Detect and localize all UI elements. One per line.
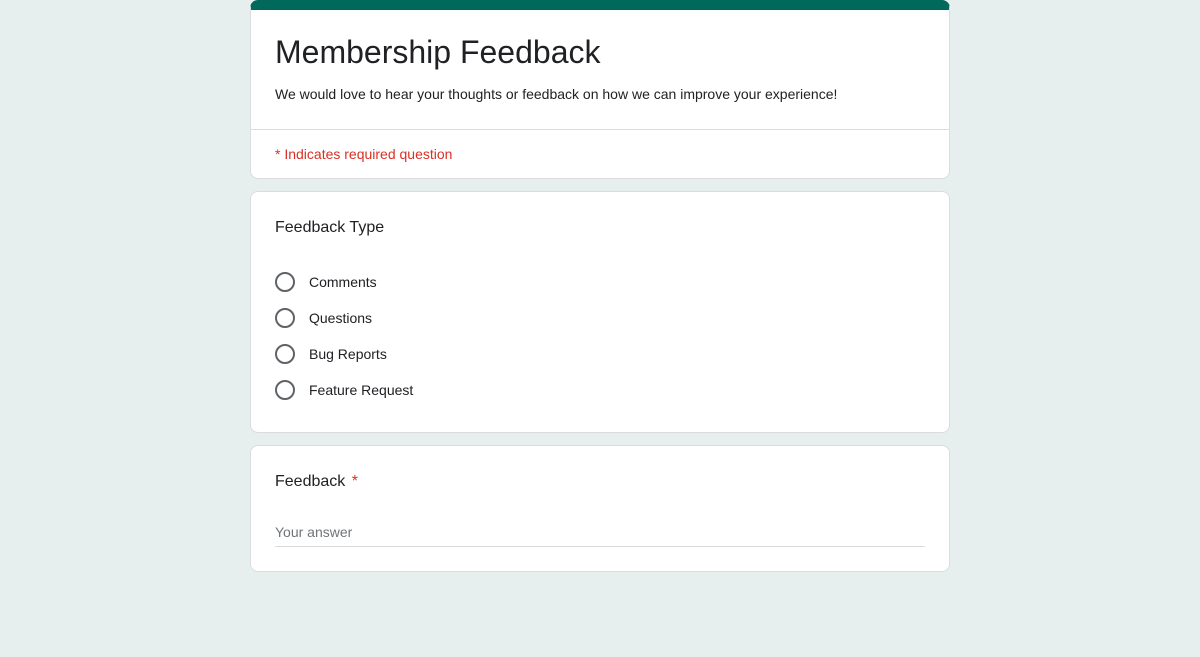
required-notice: * Indicates required question — [251, 129, 949, 178]
feedback-input[interactable] — [275, 518, 925, 547]
radio-option-comments[interactable]: Comments — [275, 264, 925, 300]
required-asterisk: * — [352, 473, 358, 490]
question-label: Feedback — [275, 473, 345, 490]
form-title: Membership Feedback — [275, 32, 925, 72]
radio-icon — [275, 272, 295, 292]
question-title: Feedback * — [275, 470, 925, 494]
question-card-feedback-type: Feedback Type Comments Questions Bug Rep… — [250, 191, 950, 433]
radio-option-bug-reports[interactable]: Bug Reports — [275, 336, 925, 372]
radio-option-questions[interactable]: Questions — [275, 300, 925, 336]
form-header-card: Membership Feedback We would love to hea… — [250, 0, 950, 179]
radio-icon — [275, 308, 295, 328]
radio-option-feature-request[interactable]: Feature Request — [275, 372, 925, 408]
form-description: We would love to hear your thoughts or f… — [275, 84, 925, 105]
radio-label: Comments — [309, 274, 377, 290]
radio-icon — [275, 380, 295, 400]
radio-label: Bug Reports — [309, 346, 387, 362]
radio-icon — [275, 344, 295, 364]
question-card-feedback: Feedback * — [250, 445, 950, 572]
question-title: Feedback Type — [275, 216, 925, 240]
radio-label: Feature Request — [309, 382, 413, 398]
radio-label: Questions — [309, 310, 372, 326]
